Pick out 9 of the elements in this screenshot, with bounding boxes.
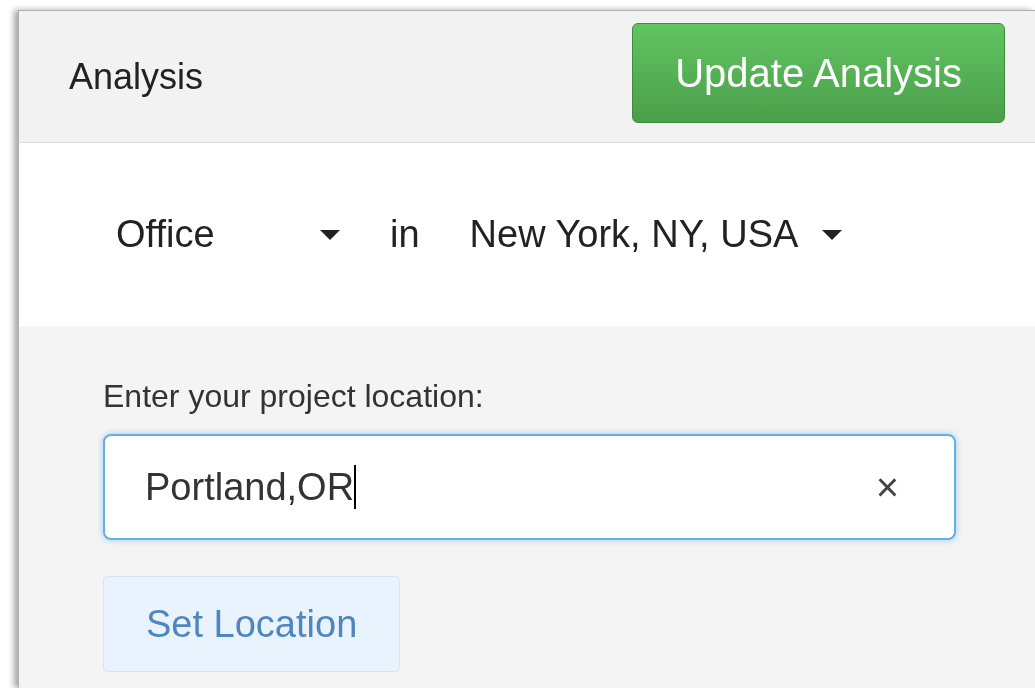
- panel-title: Analysis: [69, 54, 204, 99]
- dropdown-button[interactable]: Office: [96, 196, 360, 273]
- caret-icon: [320, 229, 340, 240]
- caret-icon: [822, 229, 843, 240]
- clear-button[interactable]: ×: [875, 467, 899, 507]
- field-label: Enter your project location:: [103, 377, 484, 416]
- connector-text: in: [389, 212, 421, 257]
- location-input-field[interactable]: Portland,OR ×: [103, 434, 956, 540]
- dropdown-button[interactable]: New York, NY, USA: [449, 196, 863, 273]
